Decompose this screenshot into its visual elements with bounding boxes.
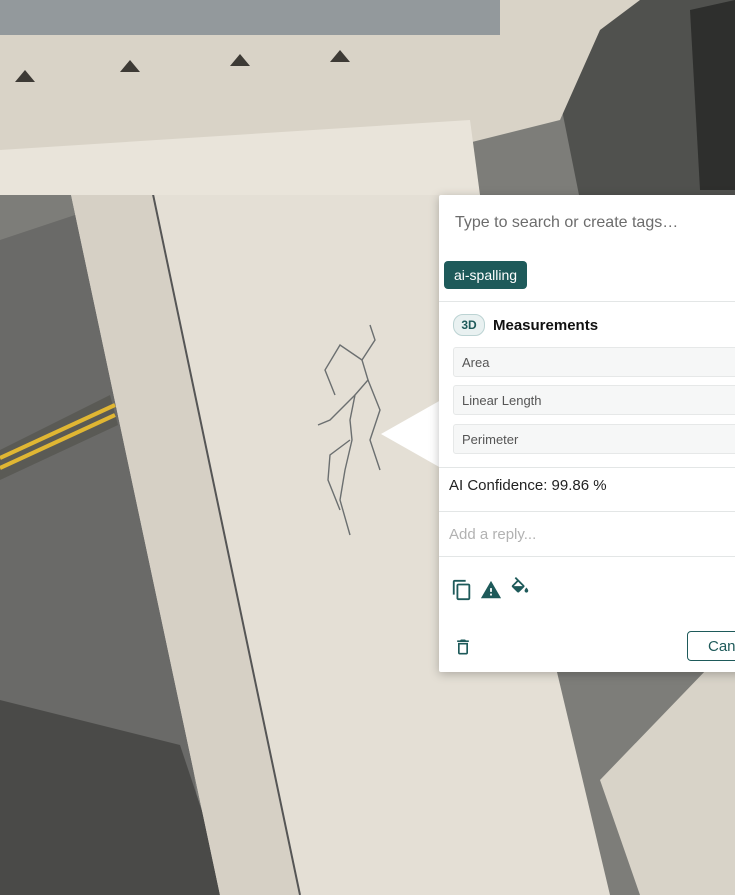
measurement-row-area[interactable]: Area <box>453 347 735 377</box>
measurements-section: 3D Measurements Area Linear Length Perim… <box>439 301 735 468</box>
trash-icon[interactable] <box>453 637 473 657</box>
measurement-row-perimeter[interactable]: Perimeter <box>453 424 735 454</box>
cancel-button[interactable]: Can <box>687 631 735 661</box>
tag-chip-ai-spalling[interactable]: ai-spalling <box>444 261 528 289</box>
warning-icon[interactable] <box>480 579 502 601</box>
ai-confidence-text: AI Confidence: 99.86 % <box>449 477 607 494</box>
measurements-title: Measurements <box>493 317 599 334</box>
copy-icon[interactable] <box>451 579 473 601</box>
measurement-row-linear-length[interactable]: Linear Length <box>453 385 735 415</box>
reply-input[interactable] <box>439 512 735 556</box>
tag-search-input[interactable] <box>439 195 735 250</box>
paint-bucket-icon[interactable] <box>509 577 531 599</box>
3d-badge: 3D <box>453 314 485 336</box>
divider <box>439 556 735 557</box>
annotation-popover: ai-spalling 3D Measurements Area Linear … <box>439 195 735 672</box>
popover-pointer <box>381 400 441 468</box>
